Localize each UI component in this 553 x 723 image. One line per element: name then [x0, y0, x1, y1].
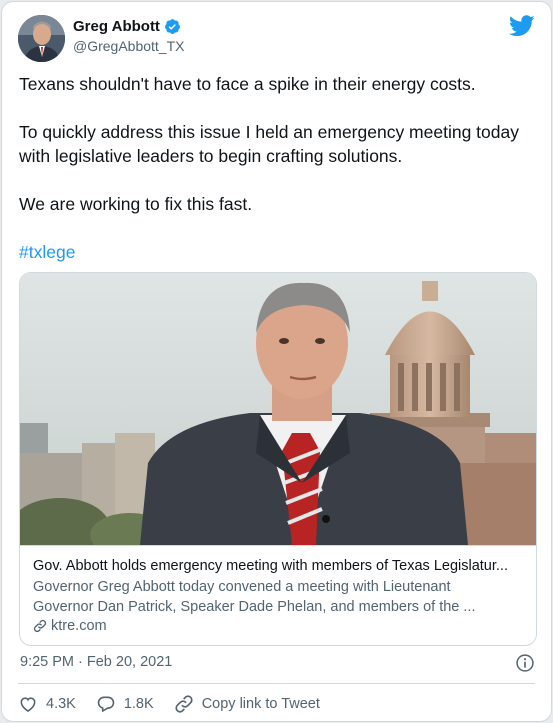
- like-count: 4.3K: [46, 696, 76, 712]
- tweet-text: Texans shouldn't have to face a spike in…: [19, 72, 534, 264]
- tweet-actions: 4.3K 1.8K Copy link to Tweet: [18, 691, 340, 717]
- copy-link-label[interactable]: Copy link to Tweet: [202, 696, 320, 712]
- twitter-logo-icon[interactable]: [508, 15, 535, 37]
- link-preview-card[interactable]: Gov. Abbott holds emergency meeting with…: [19, 272, 537, 646]
- link-domain[interactable]: ktre.com: [51, 618, 107, 634]
- tweet-header: Greg Abbott @GregAbbott_TX: [18, 15, 535, 63]
- link-title[interactable]: Gov. Abbott holds emergency meeting with…: [33, 557, 528, 576]
- heart-icon[interactable]: [18, 694, 38, 714]
- link-description-line-2: Governor Dan Patrick, Speaker Dade Phela…: [33, 599, 476, 615]
- link-domain-row: ktre.com: [33, 618, 107, 634]
- tweet-paragraph-2: To quickly address this issue I held an …: [19, 122, 519, 166]
- tweet-timestamp[interactable]: 9:25 PM · Feb 20, 2021: [20, 654, 172, 670]
- info-icon[interactable]: [515, 653, 535, 673]
- author-names: Greg Abbott @GregAbbott_TX: [73, 18, 185, 54]
- display-name-row: Greg Abbott: [73, 18, 185, 35]
- tweet-paragraph-3: We are working to fix this fast.: [19, 194, 253, 214]
- link-description: Governor Greg Abbott today convened a me…: [33, 577, 528, 617]
- hashtag-link[interactable]: #txlege: [19, 242, 75, 262]
- link-preview-image[interactable]: [20, 273, 536, 545]
- copy-link-icon[interactable]: [174, 694, 194, 714]
- display-name[interactable]: Greg Abbott: [73, 18, 160, 35]
- link-description-line-1: Governor Greg Abbott today convened a me…: [33, 579, 451, 595]
- like-action[interactable]: 4.3K: [18, 694, 76, 714]
- verified-badge-icon: [164, 18, 181, 35]
- divider: [18, 683, 535, 684]
- reply-action[interactable]: 1.8K: [96, 694, 154, 714]
- tweet-paragraph-1: Texans shouldn't have to face a spike in…: [19, 74, 476, 94]
- link-preview-meta[interactable]: Gov. Abbott holds emergency meeting with…: [20, 545, 536, 645]
- reply-icon[interactable]: [96, 694, 116, 714]
- tweet-card: Greg Abbott @GregAbbott_TX Texans should…: [1, 1, 552, 722]
- author-handle[interactable]: @GregAbbott_TX: [73, 38, 185, 54]
- avatar[interactable]: [18, 15, 65, 62]
- copy-link-action[interactable]: Copy link to Tweet: [174, 694, 320, 714]
- reply-count: 1.8K: [123, 696, 154, 712]
- link-icon: [33, 619, 47, 633]
